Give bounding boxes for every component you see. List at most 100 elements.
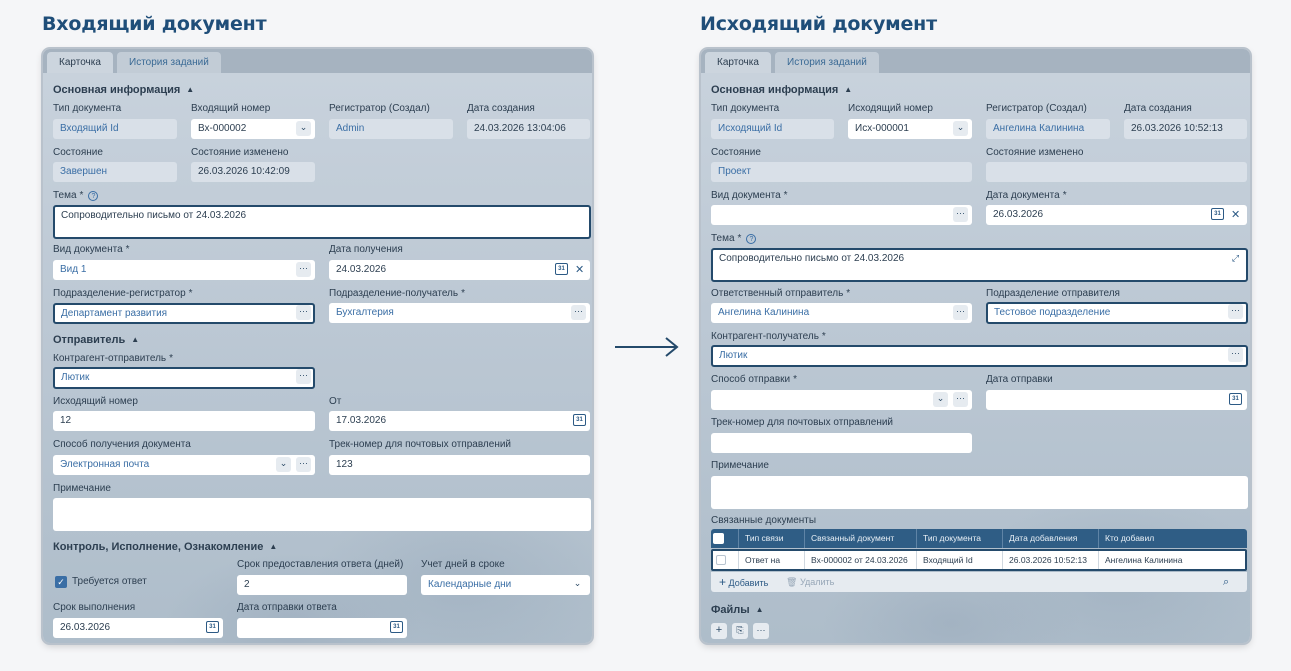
ellipsis-icon[interactable]: ···	[571, 305, 586, 320]
chevron-down-icon[interactable]: ⌄	[933, 392, 948, 407]
select-all-checkbox[interactable]	[713, 533, 724, 544]
answer-days-label: Срок предоставления ответа (дней)	[237, 559, 404, 570]
send-date-label: Дата отправки	[986, 374, 1053, 385]
chevron-down-icon[interactable]: ⌄	[296, 121, 311, 136]
sender-field[interactable]: Ангелина Калинина ···	[711, 303, 972, 323]
cell-linked-doc[interactable]: Вх-000002 от 24.03.2026	[804, 551, 908, 569]
state-field[interactable]: Завершен	[53, 162, 177, 182]
days-count-select[interactable]: Календарные дни ⌄	[421, 575, 590, 595]
doc-type-field[interactable]: Входящий Id	[53, 119, 177, 139]
send-method-field[interactable]: ⌄ ···	[711, 390, 972, 410]
add-file-button[interactable]: +	[711, 623, 727, 639]
ellipsis-icon[interactable]: ···	[953, 305, 968, 320]
row-checkbox[interactable]	[716, 555, 726, 565]
in-number-field[interactable]: Вх-000002 ⌄	[191, 119, 315, 139]
col-doc-type[interactable]: Тип документа	[916, 529, 981, 548]
ellipsis-icon[interactable]: ···	[753, 623, 769, 639]
cell-added-by: Ангелина Калинина	[1098, 551, 1182, 569]
section-main-info[interactable]: Основная информация ▲	[711, 84, 852, 96]
table-row[interactable]: Ответ на Вх-000002 от 24.03.2026 Входящи…	[711, 549, 1247, 571]
created-label: Дата создания	[1124, 103, 1192, 114]
section-sender[interactable]: Отправитель ▲	[53, 334, 139, 346]
doc-type-field[interactable]: Исходящий Id	[711, 119, 834, 139]
col-link-type[interactable]: Тип связи	[738, 529, 783, 548]
kind-label: Вид документа *	[711, 190, 788, 201]
track-field[interactable]: 123	[329, 455, 590, 475]
registrar-label: Регистратор (Создал)	[329, 103, 430, 114]
ellipsis-icon[interactable]: ···	[296, 457, 311, 472]
outgoing-card: Карточка История заданий Основная информ…	[701, 49, 1250, 643]
help-icon[interactable]: ?	[746, 234, 757, 244]
calendar-icon[interactable]: 31	[555, 263, 568, 275]
note-field[interactable]	[53, 498, 591, 531]
note-label: Примечание	[711, 460, 769, 471]
answer-required-label: Требуется ответ	[72, 576, 147, 587]
out-number-label: Исходящий номер	[848, 103, 933, 114]
tab-bar: Карточка История заданий	[701, 49, 1250, 73]
ellipsis-icon[interactable]: ···	[296, 262, 311, 277]
recv-dept-field[interactable]: Бухгалтерия ···	[329, 303, 590, 323]
section-control[interactable]: Контроль, Исполнение, Ознакомление ▲	[53, 541, 277, 553]
answer-days-field[interactable]: 2	[237, 575, 407, 595]
state-label: Состояние	[711, 147, 761, 158]
section-files[interactable]: Файлы ▲	[711, 604, 764, 616]
close-icon[interactable]: ✕	[575, 261, 584, 279]
ellipsis-icon[interactable]: ···	[1228, 304, 1243, 319]
ellipsis-icon[interactable]: ···	[1228, 347, 1243, 362]
close-icon[interactable]: ✕	[1231, 206, 1240, 224]
chevron-down-icon[interactable]: ⌄	[570, 577, 585, 592]
calendar-icon[interactable]: 31	[206, 621, 219, 633]
method-field[interactable]: Электронная почта ⌄ ···	[53, 455, 315, 475]
answer-sent-field[interactable]: 31	[237, 618, 407, 638]
subject-field[interactable]: Сопроводительно письмо от 24.03.2026	[53, 205, 591, 239]
out-number-label: Исходящий номер	[53, 396, 138, 407]
note-field[interactable]	[711, 476, 1248, 509]
plus-icon: +	[719, 575, 727, 589]
attach-file-icon[interactable]: ⎘	[732, 623, 748, 639]
reg-dept-field[interactable]: Департамент развития ···	[53, 303, 315, 324]
section-main-info[interactable]: Основная информация ▲	[53, 84, 194, 96]
help-icon[interactable]: ?	[88, 191, 99, 201]
from-field[interactable]: 17.03.2026 31	[329, 411, 590, 431]
received-field[interactable]: 24.03.2026 31 ✕	[329, 260, 590, 280]
linked-docs-label: Связанные документы	[711, 515, 817, 526]
col-added-date[interactable]: Дата добавления	[1002, 529, 1077, 548]
calendar-icon[interactable]: 31	[573, 414, 586, 426]
chevron-down-icon[interactable]: ⌄	[953, 121, 968, 136]
expand-icon[interactable]: ⤢	[1228, 252, 1243, 267]
search-icon[interactable]: ⌕	[1223, 572, 1229, 592]
recipient-field[interactable]: Лютик ···	[711, 345, 1248, 367]
out-number-field[interactable]: Исх-000001 ⌄	[848, 119, 972, 139]
ellipsis-icon[interactable]: ···	[953, 207, 968, 222]
add-button[interactable]: + Добавить	[719, 572, 768, 593]
kind-field[interactable]: Вид 1 ···	[53, 260, 315, 280]
col-linked-doc[interactable]: Связанный документ	[804, 529, 894, 548]
deadline-field[interactable]: 26.03.2026 31	[53, 618, 223, 638]
tab-task-history[interactable]: История заданий	[117, 52, 221, 73]
state-field[interactable]: Проект	[711, 162, 972, 182]
tab-task-history[interactable]: История заданий	[775, 52, 879, 73]
calendar-icon[interactable]: 31	[390, 621, 403, 633]
registrar-field[interactable]: Admin	[329, 119, 453, 139]
out-number-field[interactable]: 12	[53, 411, 315, 431]
delete-button[interactable]: 🗑 Удалить	[786, 572, 834, 592]
chevron-down-icon[interactable]: ⌄	[276, 457, 291, 472]
ellipsis-icon[interactable]: ···	[296, 305, 311, 320]
calendar-icon[interactable]: 31	[1211, 208, 1224, 220]
kind-field[interactable]: ···	[711, 205, 972, 225]
registrar-field[interactable]: Ангелина Калинина	[986, 119, 1110, 139]
sender-dept-field[interactable]: Тестовое подразделение ···	[986, 302, 1248, 324]
ellipsis-icon[interactable]: ···	[296, 369, 311, 384]
subject-field[interactable]: Сопроводительно письмо от 24.03.2026 ⤢	[711, 248, 1248, 282]
answer-required-checkbox[interactable]: ✓	[55, 576, 67, 588]
calendar-icon[interactable]: 31	[1229, 393, 1242, 405]
ellipsis-icon[interactable]: ···	[953, 392, 968, 407]
tab-card[interactable]: Карточка	[47, 52, 113, 73]
col-added-by[interactable]: Кто добавил	[1098, 529, 1154, 548]
send-date-field[interactable]: 31	[986, 390, 1247, 410]
track-field[interactable]	[711, 433, 972, 453]
sender-field[interactable]: Лютик ···	[53, 367, 315, 389]
send-method-label: Способ отправки *	[711, 374, 798, 385]
doc-date-field[interactable]: 26.03.2026 31 ✕	[986, 205, 1247, 225]
tab-card[interactable]: Карточка	[705, 52, 771, 73]
